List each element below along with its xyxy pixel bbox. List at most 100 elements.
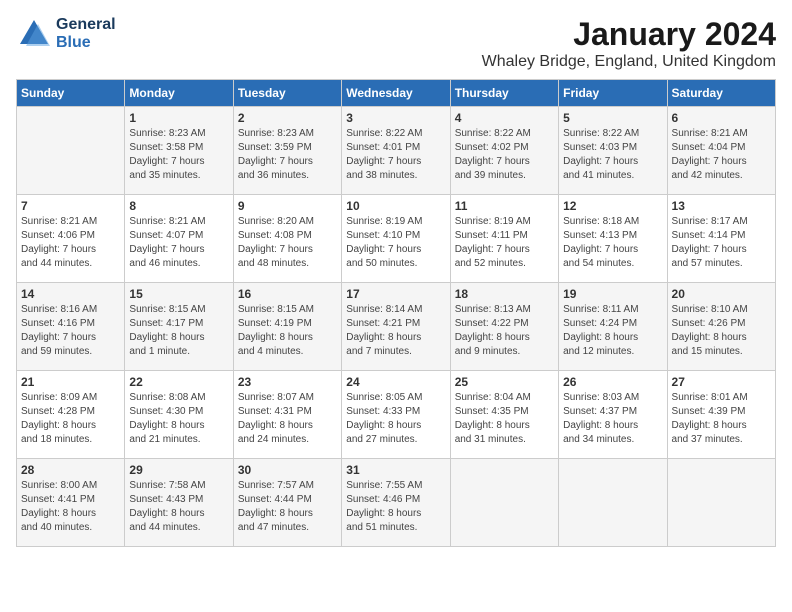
calendar-cell: 31 Sunrise: 7:55 AM Sunset: 4:46 PM Dayli… (342, 459, 450, 547)
calendar-cell (17, 107, 125, 195)
header-cell-saturday: Saturday (667, 80, 775, 107)
calendar-cell: 22 Sunrise: 8:08 AM Sunset: 4:30 PM Dayli… (125, 371, 233, 459)
calendar-cell: 16 Sunrise: 8:15 AM Sunset: 4:19 PM Dayli… (233, 283, 341, 371)
day-number: 14 (21, 287, 120, 301)
calendar-week-row: 28Sunrise: 8:00 AM Sunset: 4:41 PM Dayli… (17, 459, 776, 547)
day-info: Sunrise: 8:23 AM Sunset: 3:58 PM Dayligh… (129, 127, 228, 183)
calendar-table: SundayMondayTuesdayWednesdayThursdayFrid… (16, 79, 776, 547)
calendar-cell: 21 Sunrise: 8:09 AM Sunset: 4:28 PM Dayli… (17, 371, 125, 459)
calendar-cell: 24Sunrise: 8:05 AM Sunset: 4:33 PM Dayli… (342, 371, 450, 459)
day-info: Sunrise: 8:03 AM Sunset: 4:37 PM Dayligh… (563, 391, 662, 447)
day-number: 1 (129, 111, 228, 125)
header-cell-monday: Monday (125, 80, 233, 107)
day-info: Sunrise: 8:00 AM Sunset: 4:41 PM Dayligh… (21, 479, 120, 535)
day-info: Sunrise: 8:18 AM Sunset: 4:13 PM Dayligh… (563, 215, 662, 271)
day-number: 16 (238, 287, 337, 301)
day-info: Sunrise: 8:20 AM Sunset: 4:08 PM Dayligh… (238, 215, 337, 271)
day-number: 9 (238, 199, 337, 213)
day-number: 11 (455, 199, 554, 213)
day-info: Sunrise: 7:58 AM Sunset: 4:43 PM Dayligh… (129, 479, 228, 535)
calendar-cell: 4 Sunrise: 8:22 AM Sunset: 4:02 PM Daylig… (450, 107, 558, 195)
day-info: Sunrise: 8:15 AM Sunset: 4:19 PM Dayligh… (238, 303, 337, 359)
calendar-cell (450, 459, 558, 547)
day-info: Sunrise: 8:14 AM Sunset: 4:21 PM Dayligh… (346, 303, 445, 359)
day-number: 18 (455, 287, 554, 301)
calendar-cell: 10 Sunrise: 8:19 AM Sunset: 4:10 PM Dayli… (342, 195, 450, 283)
day-info: Sunrise: 8:08 AM Sunset: 4:30 PM Dayligh… (129, 391, 228, 447)
calendar-week-row: 7Sunrise: 8:21 AM Sunset: 4:06 PM Daylig… (17, 195, 776, 283)
calendar-cell: 28Sunrise: 8:00 AM Sunset: 4:41 PM Dayli… (17, 459, 125, 547)
day-info: Sunrise: 8:22 AM Sunset: 4:01 PM Dayligh… (346, 127, 445, 183)
day-info: Sunrise: 7:55 AM Sunset: 4:46 PM Dayligh… (346, 479, 445, 535)
calendar-cell: 29 Sunrise: 7:58 AM Sunset: 4:43 PM Dayli… (125, 459, 233, 547)
day-info: Sunrise: 8:21 AM Sunset: 4:04 PM Dayligh… (672, 127, 771, 183)
calendar-cell: 26Sunrise: 8:03 AM Sunset: 4:37 PM Dayli… (559, 371, 667, 459)
calendar-cell: 2Sunrise: 8:23 AM Sunset: 3:59 PM Daylig… (233, 107, 341, 195)
header-cell-sunday: Sunday (17, 80, 125, 107)
calendar-cell: 12 Sunrise: 8:18 AM Sunset: 4:13 PM Dayli… (559, 195, 667, 283)
calendar-cell: 7Sunrise: 8:21 AM Sunset: 4:06 PM Daylig… (17, 195, 125, 283)
day-info: Sunrise: 8:07 AM Sunset: 4:31 PM Dayligh… (238, 391, 337, 447)
calendar-cell: 15 Sunrise: 8:15 AM Sunset: 4:17 PM Dayli… (125, 283, 233, 371)
calendar-cell: 20 Sunrise: 8:10 AM Sunset: 4:26 PM Dayli… (667, 283, 775, 371)
calendar-cell (667, 459, 775, 547)
day-number: 20 (672, 287, 771, 301)
day-info: Sunrise: 8:17 AM Sunset: 4:14 PM Dayligh… (672, 215, 771, 271)
day-info: Sunrise: 8:09 AM Sunset: 4:28 PM Dayligh… (21, 391, 120, 447)
day-info: Sunrise: 8:05 AM Sunset: 4:33 PM Dayligh… (346, 391, 445, 447)
calendar-cell: 25Sunrise: 8:04 AM Sunset: 4:35 PM Dayli… (450, 371, 558, 459)
day-number: 30 (238, 463, 337, 477)
day-number: 25 (455, 375, 554, 389)
calendar-week-row: 14 Sunrise: 8:16 AM Sunset: 4:16 PM Dayli… (17, 283, 776, 371)
day-info: Sunrise: 8:22 AM Sunset: 4:03 PM Dayligh… (563, 127, 662, 183)
day-info: Sunrise: 8:10 AM Sunset: 4:26 PM Dayligh… (672, 303, 771, 359)
day-info: Sunrise: 8:16 AM Sunset: 4:16 PM Dayligh… (21, 303, 120, 359)
header-cell-thursday: Thursday (450, 80, 558, 107)
day-info: Sunrise: 8:11 AM Sunset: 4:24 PM Dayligh… (563, 303, 662, 359)
day-number: 31 (346, 463, 445, 477)
calendar-cell: 23Sunrise: 8:07 AM Sunset: 4:31 PM Dayli… (233, 371, 341, 459)
calendar-week-row: 1 Sunrise: 8:23 AM Sunset: 3:58 PM Daylig… (17, 107, 776, 195)
day-number: 2 (238, 111, 337, 125)
logo-icon (16, 16, 52, 52)
logo: General Blue (16, 16, 116, 52)
calendar-cell: 5 Sunrise: 8:22 AM Sunset: 4:03 PM Daylig… (559, 107, 667, 195)
header-cell-wednesday: Wednesday (342, 80, 450, 107)
day-info: Sunrise: 8:13 AM Sunset: 4:22 PM Dayligh… (455, 303, 554, 359)
day-number: 5 (563, 111, 662, 125)
calendar-cell: 6 Sunrise: 8:21 AM Sunset: 4:04 PM Daylig… (667, 107, 775, 195)
calendar-cell (559, 459, 667, 547)
day-info: Sunrise: 7:57 AM Sunset: 4:44 PM Dayligh… (238, 479, 337, 535)
calendar-cell: 27 Sunrise: 8:01 AM Sunset: 4:39 PM Dayli… (667, 371, 775, 459)
day-number: 21 (21, 375, 120, 389)
day-number: 22 (129, 375, 228, 389)
calendar-title: January 2024 (482, 16, 776, 53)
calendar-cell: 13 Sunrise: 8:17 AM Sunset: 4:14 PM Dayli… (667, 195, 775, 283)
day-info: Sunrise: 8:21 AM Sunset: 4:07 PM Dayligh… (129, 215, 228, 271)
day-number: 27 (672, 375, 771, 389)
day-info: Sunrise: 8:22 AM Sunset: 4:02 PM Dayligh… (455, 127, 554, 183)
day-number: 6 (672, 111, 771, 125)
day-number: 29 (129, 463, 228, 477)
calendar-week-row: 21 Sunrise: 8:09 AM Sunset: 4:28 PM Dayli… (17, 371, 776, 459)
calendar-cell: 8 Sunrise: 8:21 AM Sunset: 4:07 PM Daylig… (125, 195, 233, 283)
day-number: 4 (455, 111, 554, 125)
day-number: 19 (563, 287, 662, 301)
day-info: Sunrise: 8:19 AM Sunset: 4:11 PM Dayligh… (455, 215, 554, 271)
day-info: Sunrise: 8:15 AM Sunset: 4:17 PM Dayligh… (129, 303, 228, 359)
day-number: 13 (672, 199, 771, 213)
day-number: 8 (129, 199, 228, 213)
calendar-cell: 9 Sunrise: 8:20 AM Sunset: 4:08 PM Daylig… (233, 195, 341, 283)
header-cell-tuesday: Tuesday (233, 80, 341, 107)
day-info: Sunrise: 8:01 AM Sunset: 4:39 PM Dayligh… (672, 391, 771, 447)
logo-text: General Blue (56, 16, 116, 52)
day-number: 15 (129, 287, 228, 301)
calendar-cell: 19 Sunrise: 8:11 AM Sunset: 4:24 PM Dayli… (559, 283, 667, 371)
day-number: 3 (346, 111, 445, 125)
calendar-cell: 14 Sunrise: 8:16 AM Sunset: 4:16 PM Dayli… (17, 283, 125, 371)
day-number: 12 (563, 199, 662, 213)
day-info: Sunrise: 8:21 AM Sunset: 4:06 PM Dayligh… (21, 215, 120, 271)
day-info: Sunrise: 8:19 AM Sunset: 4:10 PM Dayligh… (346, 215, 445, 271)
calendar-cell: 11 Sunrise: 8:19 AM Sunset: 4:11 PM Dayli… (450, 195, 558, 283)
day-number: 10 (346, 199, 445, 213)
